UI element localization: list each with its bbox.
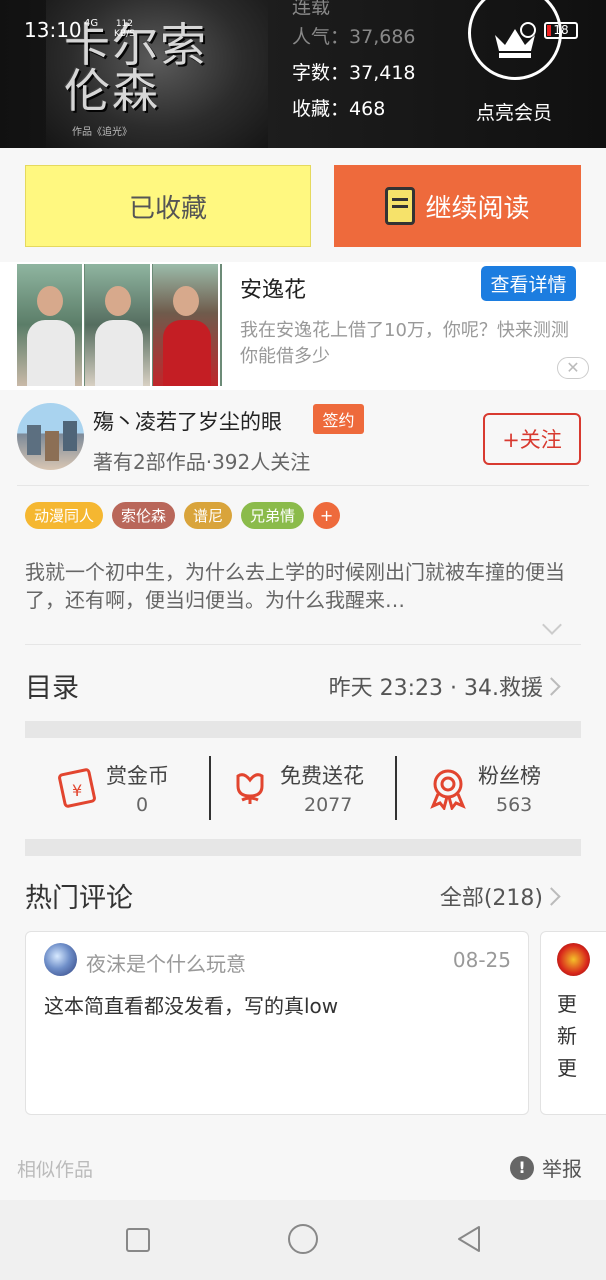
- comment-date: 08-25: [452, 948, 511, 972]
- reward-coin-label: 赏金币: [106, 764, 169, 788]
- fan-ranking-label: 粉丝榜: [478, 764, 541, 788]
- system-nav-bar: [0, 1200, 606, 1280]
- stat-divider: [395, 756, 397, 820]
- member-label[interactable]: 点亮会员: [476, 98, 552, 125]
- follow-button[interactable]: +关注: [483, 413, 581, 465]
- continue-reading-button[interactable]: 继续阅读: [334, 165, 581, 247]
- comment-text: 更新更: [557, 992, 577, 1080]
- reward-coin-value: 0: [136, 794, 149, 816]
- favorites-value: 468: [349, 98, 386, 120]
- section-separator: [25, 721, 581, 738]
- flower-icon: [236, 773, 264, 804]
- status-time: 13:10: [24, 18, 82, 42]
- medal-icon: [430, 769, 466, 810]
- reward-coin-stat[interactable]: ¥ 赏金币 0: [50, 756, 235, 820]
- report-button[interactable]: ! 举报: [510, 1153, 582, 1182]
- book-header: 卡尔索伦森 作品《追光》 13:10 4G 112 KB/S 18 连载 人气：…: [0, 0, 606, 148]
- all-comments-link[interactable]: 全部(218): [440, 880, 543, 912]
- word-count-value: 37,418: [349, 62, 416, 84]
- report-label: 举报: [542, 1157, 582, 1181]
- home-icon[interactable]: [288, 1224, 318, 1254]
- similar-works-heading: 相似作品: [17, 1159, 94, 1181]
- divider: [25, 644, 581, 645]
- author-meta: 著有2部作品·392人关注: [93, 450, 311, 474]
- expand-chevron-icon[interactable]: [542, 615, 562, 635]
- commenter-avatar[interactable]: [44, 943, 77, 976]
- ad-image-frame: [85, 264, 152, 386]
- author-name[interactable]: 殤丶凌若了岁尘的眼: [93, 406, 282, 436]
- tag-item[interactable]: 兄弟情: [241, 502, 305, 529]
- author-avatar[interactable]: [17, 403, 84, 470]
- tag-item[interactable]: 谱尼: [184, 502, 233, 529]
- popularity-value: 37,686: [349, 26, 416, 48]
- favorites-label: 收藏：: [292, 98, 350, 120]
- book-status: 连载: [292, 0, 331, 18]
- ad-image-frame: [153, 264, 220, 386]
- section-separator: [25, 839, 581, 856]
- all-comments-chevron-icon[interactable]: [542, 887, 561, 906]
- favorited-button[interactable]: 已收藏: [25, 165, 311, 247]
- back-icon[interactable]: [455, 1224, 483, 1254]
- favorites-stat: 收藏：468: [292, 94, 385, 121]
- catalog-latest-chapter[interactable]: 昨天 23:23 · 34.救援: [329, 670, 543, 702]
- free-flower-label: 免费送花: [280, 764, 364, 788]
- tag-list: 动漫同人 索伦森 谱尼 兄弟情 +: [25, 502, 341, 529]
- network-speed: 112 KB/S: [114, 19, 135, 39]
- book-description[interactable]: 我就一个初中生，为什么去上学的时候刚出门就被车撞的便当了，还有啊，便当归便当。为…: [25, 558, 581, 614]
- cover-subtitle: 作品《追光》: [72, 127, 132, 138]
- catalog-title[interactable]: 目录: [25, 666, 79, 705]
- continue-reading-label: 继续阅读: [425, 193, 530, 224]
- network-speed-unit: KB/S: [114, 29, 135, 39]
- comment-text: 这本简直看都没发看，写的真low: [44, 994, 339, 1018]
- svg-text:¥: ¥: [72, 781, 82, 800]
- commenter-avatar[interactable]: [557, 943, 590, 976]
- stat-divider: [209, 756, 211, 820]
- catalog-chevron-icon[interactable]: [542, 677, 561, 696]
- ad-close-icon[interactable]: ✕: [557, 357, 589, 379]
- ad-details-button[interactable]: 查看详情: [481, 266, 576, 301]
- free-flower-stat[interactable]: 免费送花 2077: [230, 756, 415, 820]
- red-envelope-icon: ¥: [58, 768, 96, 808]
- comment-card[interactable]: 更新更: [540, 931, 606, 1115]
- fan-ranking-value: 563: [496, 794, 533, 816]
- ad-image-frame: [17, 264, 84, 386]
- recent-apps-icon[interactable]: [126, 1228, 150, 1252]
- tag-item[interactable]: 索伦森: [112, 502, 176, 529]
- tag-item[interactable]: 动漫同人: [25, 502, 104, 529]
- fan-ranking-stat[interactable]: 粉丝榜 563: [426, 756, 606, 820]
- hot-comments-title: 热门评论: [25, 883, 133, 914]
- word-count-stat: 字数：37,418: [292, 58, 416, 85]
- popularity-stat: 人气：37,686: [292, 22, 416, 49]
- author-row[interactable]: 殤丶凌若了岁尘的眼 签约 著有2部作品·392人关注 +关注: [0, 390, 606, 486]
- signal-icon: 4G: [84, 18, 99, 29]
- ad-description[interactable]: 我在安逸花上借了10万，你呢？快来测测你能借多少: [240, 318, 580, 370]
- book-icon: [385, 187, 416, 225]
- divider: [17, 485, 589, 486]
- ad-title[interactable]: 安逸花: [240, 272, 306, 304]
- signed-badge: 签约: [313, 404, 364, 434]
- add-tag-button[interactable]: +: [313, 502, 341, 529]
- free-flower-value: 2077: [304, 794, 353, 816]
- word-count-label: 字数：: [292, 62, 350, 84]
- network-speed-value: 112: [115, 19, 133, 29]
- popularity-label: 人气：: [292, 26, 350, 48]
- commenter-name[interactable]: 夜沫是个什么玩意: [86, 948, 246, 977]
- favorited-label: 已收藏: [128, 193, 207, 224]
- warning-icon: !: [510, 1155, 534, 1180]
- ad-banner[interactable]: 安逸花 查看详情 我在安逸花上借了10万，你呢？快来测测你能借多少 ✕: [0, 262, 606, 390]
- crown-icon: [495, 29, 535, 58]
- ad-image[interactable]: [17, 264, 222, 386]
- comment-card[interactable]: 夜沫是个什么玩意 08-25 这本简直看都没发看，写的真low: [25, 931, 529, 1115]
